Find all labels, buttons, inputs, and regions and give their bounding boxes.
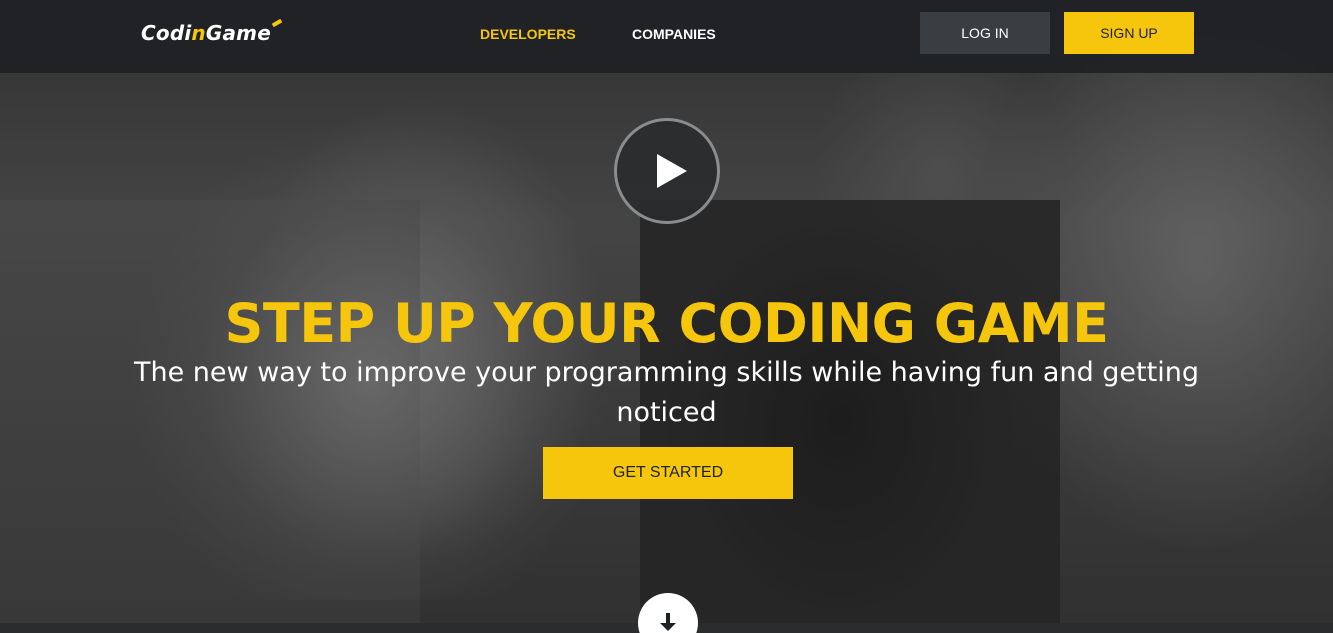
hero-title: STEP UP YOUR CODING GAME (224, 292, 1109, 356)
nav-companies[interactable]: COMPANIES (632, 24, 716, 44)
play-video-button[interactable] (614, 118, 720, 224)
top-header: CodinGame DEVELOPERS COMPANIES LOG IN SI… (0, 0, 1333, 73)
logo-text-part-a: Codi (141, 21, 192, 45)
get-started-button[interactable]: GET STARTED (543, 447, 793, 499)
logo-text-part-b: n (191, 21, 206, 45)
codingame-logo[interactable]: CodinGame (141, 18, 283, 46)
play-icon (657, 154, 687, 188)
login-button[interactable]: LOG IN (920, 12, 1050, 54)
nav-developers[interactable]: DEVELOPERS (480, 24, 576, 44)
logo-accent-mark (271, 18, 283, 28)
hero-subtitle: The new way to improve your programming … (134, 357, 1199, 428)
landing-page: CodinGame DEVELOPERS COMPANIES LOG IN SI… (0, 0, 1333, 633)
signup-button[interactable]: SIGN UP (1064, 12, 1194, 54)
logo-text-part-c: Game (205, 21, 271, 45)
arrow-down-icon-head (660, 623, 676, 631)
